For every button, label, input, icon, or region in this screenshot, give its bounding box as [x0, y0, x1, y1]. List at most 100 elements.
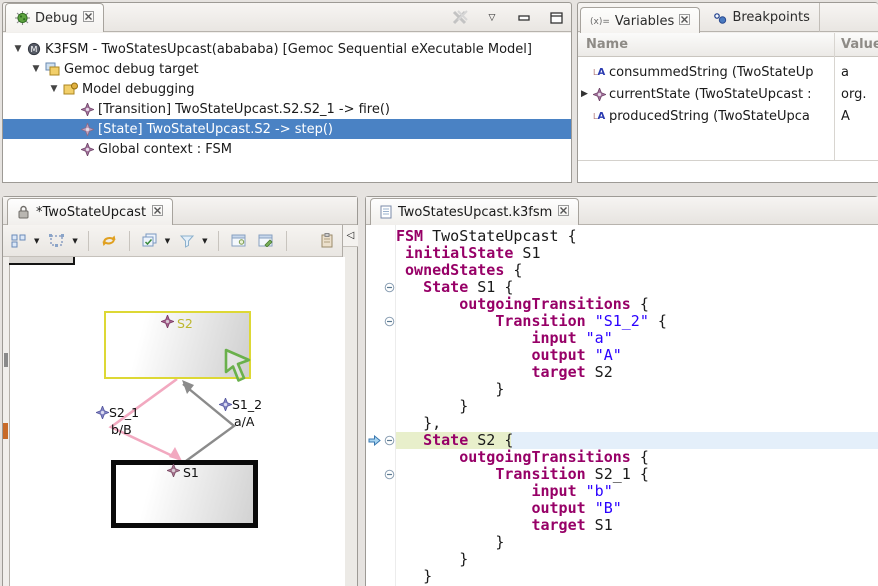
tree-item-label: Gemoc debug target [64, 62, 199, 77]
launch-config-icon: M [27, 42, 41, 56]
chevron-down-icon[interactable]: ▼ [202, 237, 207, 245]
code-tabbar: TwoStatesUpcast.k3fsm [366, 197, 878, 225]
variables-icon: (x)= [590, 17, 610, 27]
code-line[interactable]: output "A" [396, 347, 878, 364]
chevron-down-icon[interactable]: ▼ [165, 237, 170, 245]
toolbar-separator [218, 231, 219, 251]
code-line[interactable]: target S2 [396, 364, 878, 381]
fold-collapse-icon[interactable] [384, 316, 395, 331]
code-line[interactable]: } [396, 381, 878, 398]
fold-collapse-icon[interactable] [384, 435, 395, 450]
expand-arrow-icon[interactable]: ▼ [13, 44, 23, 54]
expand-arrow-icon[interactable]: ▶ [581, 89, 588, 99]
chevron-down-icon[interactable]: ▼ [72, 237, 77, 245]
fold-collapse-icon[interactable] [384, 469, 395, 484]
close-icon[interactable] [83, 11, 94, 26]
state-label-s1[interactable]: S1 [167, 464, 199, 480]
remove-all-terminated-icon[interactable] [451, 9, 469, 27]
code-line[interactable]: initialState S1 [396, 245, 878, 262]
code-line[interactable]: Transition "S1_2" { [396, 313, 878, 330]
toolbar-separator [88, 231, 89, 251]
tree-item-label: [State] TwoStateUpcast.S2 -> step() [98, 122, 333, 137]
transition-edges [3, 257, 345, 586]
toolbar-separator [129, 231, 130, 251]
maximize-icon[interactable] [547, 9, 565, 27]
variable-row[interactable]: ▶currentState (TwoStateUpcast :org. [578, 83, 878, 105]
code-line[interactable]: } [396, 551, 878, 568]
close-icon[interactable] [152, 205, 163, 220]
fold-collapse-icon[interactable] [384, 282, 395, 297]
code-line[interactable]: input "a" [396, 330, 878, 347]
chevron-down-icon[interactable]: ▼ [34, 237, 39, 245]
diagram-toolbar: ▼ ▼ ▼ ▼ [3, 225, 345, 257]
debug-tree: ▼MK3FSM - TwoStatesUpcast(abababa) [Gemo… [3, 33, 571, 182]
debug-tree-row[interactable]: ▼Model debugging [3, 79, 571, 99]
expand-arrow-icon[interactable]: ▼ [49, 84, 59, 94]
code-line[interactable]: outgoingTransitions { [396, 449, 878, 466]
refresh-icon[interactable] [99, 230, 119, 252]
debug-tabbar: Debug ▽ [3, 3, 571, 32]
expand-arrow-icon[interactable]: ▼ [31, 64, 41, 74]
code-line[interactable]: FSM TwoStateUpcast { [396, 228, 878, 245]
code-line[interactable]: } [396, 398, 878, 415]
column-name[interactable]: Name [586, 33, 628, 57]
toolbar-separator [286, 231, 287, 251]
detail-pane-divider[interactable] [578, 160, 878, 161]
tab-code-editor[interactable]: TwoStatesUpcast.k3fsm [370, 198, 579, 225]
file-icon [380, 205, 392, 219]
tab-label: *TwoStateUpcast [36, 205, 146, 220]
tab-debug[interactable]: Debug [5, 3, 104, 32]
annotation-ruler[interactable] [366, 225, 384, 586]
view-menu-icon[interactable]: ▽ [483, 9, 501, 27]
code-line[interactable]: target S1 [396, 517, 878, 534]
collapse-palette-icon[interactable]: ◁ [343, 225, 358, 247]
selection-mode-icon[interactable] [46, 230, 67, 252]
tree-item-label: Global context : FSM [98, 142, 232, 157]
close-icon[interactable] [679, 14, 690, 29]
column-value[interactable]: Value [841, 33, 878, 57]
debug-tree-row[interactable]: Global context : FSM [3, 139, 571, 159]
close-icon[interactable] [558, 205, 569, 220]
transition-label-s2_1[interactable]: S2_1 b/B [96, 405, 139, 437]
tab-diagram-editor[interactable]: *TwoStateUpcast [7, 198, 173, 225]
folding-ruler[interactable] [384, 225, 396, 586]
debug-tree-row[interactable]: [State] TwoStateUpcast.S2 -> step() [3, 119, 571, 139]
code-line-current[interactable]: State S2 { [396, 432, 878, 449]
debug-tree-row[interactable]: ▼ Gemoc debug target [3, 59, 571, 79]
debug-tree-row[interactable]: [Transition] TwoStateUpcast.S2.S2_1 -> f… [3, 99, 571, 119]
code-line[interactable]: } [396, 534, 878, 551]
minimize-icon[interactable] [515, 9, 533, 27]
code-line[interactable]: }, [396, 415, 878, 432]
variable-value: A [841, 109, 850, 124]
code-line[interactable]: ownedStates { [396, 262, 878, 279]
code-line[interactable]: } [396, 568, 878, 585]
code-area[interactable]: FSM TwoStateUpcast { initialState S1 own… [366, 225, 878, 586]
filters-icon[interactable] [177, 230, 197, 252]
variable-row[interactable]: LAproducedString (TwoStateUpcaA [578, 105, 878, 127]
variable-value: org. [841, 87, 866, 102]
layers-icon[interactable] [140, 230, 160, 252]
show-properties-icon[interactable] [229, 230, 249, 252]
variable-row[interactable]: LAconsummedString (TwoStateUpa [578, 61, 878, 83]
code-line[interactable]: outgoingTransitions { [396, 296, 878, 313]
arrange-all-icon[interactable] [9, 230, 29, 252]
code-line[interactable]: input "b" [396, 483, 878, 500]
variable-name: consummedString (TwoStateUp [609, 65, 833, 80]
code-line[interactable]: Transition S2_1 { [396, 466, 878, 483]
state-label-s2[interactable]: S2 [161, 315, 193, 331]
thread-icon [63, 82, 78, 96]
tab-variables[interactable]: (x)= Variables [580, 7, 700, 36]
transition-label-s1_2[interactable]: S1_2 a/A [219, 397, 262, 429]
edit-mode-icon[interactable] [256, 230, 276, 252]
diamond-icon [593, 88, 606, 101]
diamond-icon [167, 464, 180, 480]
clipboard-icon[interactable] [319, 230, 335, 252]
code-line[interactable]: output "B" [396, 500, 878, 517]
diagram-canvas[interactable]: S2 S2_1 b/B S1_2 a/A S1 [3, 257, 345, 586]
debug-bug-icon [15, 11, 30, 25]
debug-tree-row[interactable]: ▼MK3FSM - TwoStatesUpcast(abababa) [Gemo… [3, 39, 571, 59]
execution-cursor-icon [221, 347, 253, 389]
tab-label: Debug [35, 11, 78, 26]
code-line[interactable]: State S1 { [396, 279, 878, 296]
tab-breakpoints[interactable]: Breakpoints [704, 3, 819, 32]
